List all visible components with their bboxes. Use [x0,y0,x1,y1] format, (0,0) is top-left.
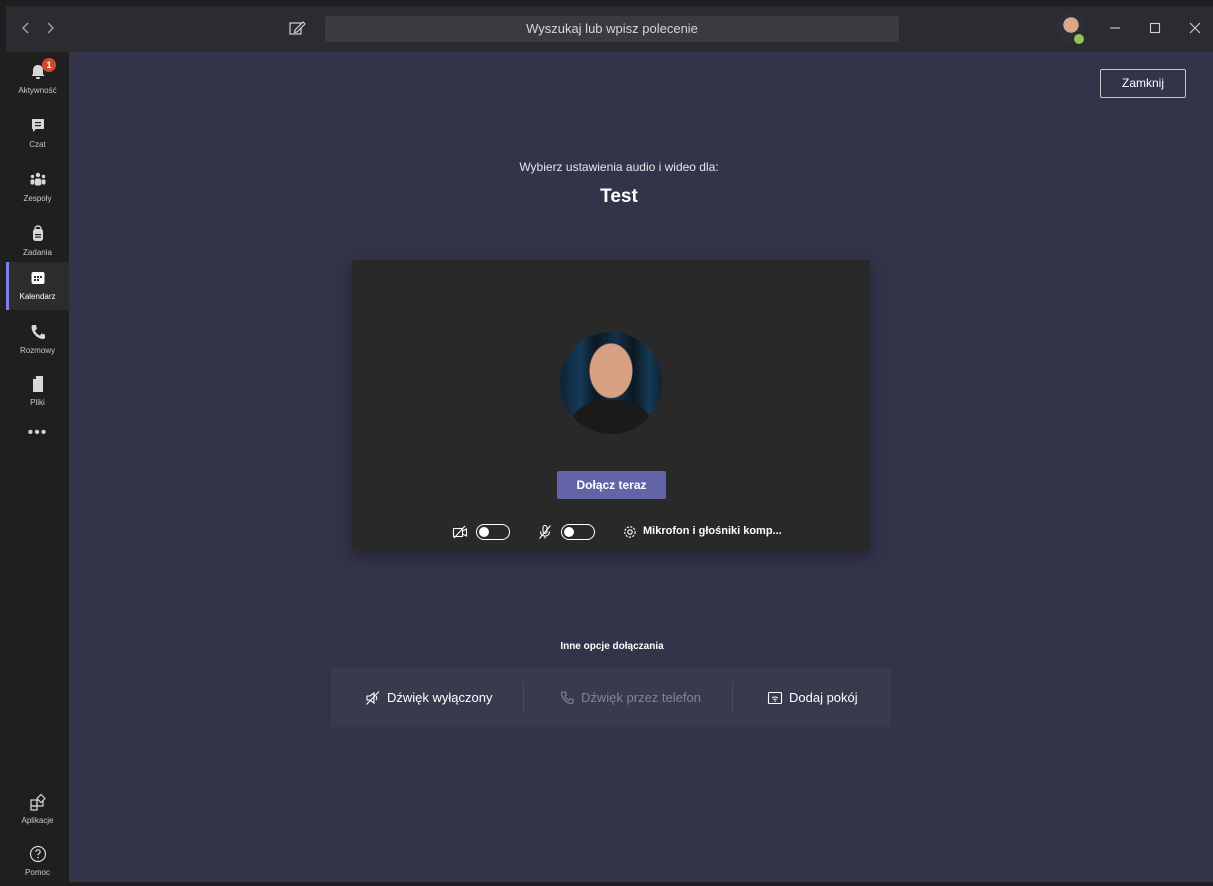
mic-toggle-knob [564,527,574,537]
apps-icon [30,793,46,811]
more-apps-icon[interactable]: ••• [6,424,69,442]
close-icon [1189,22,1201,34]
new-chat-button[interactable] [286,17,308,39]
rail-item-assignments[interactable]: Zadania [6,218,69,266]
chevron-left-icon [22,22,29,34]
device-controls: Mikrofon i głośniki komp... [352,522,870,544]
add-room-label: Dodaj pokój [789,690,858,705]
compose-icon [289,21,306,35]
mic-toggle[interactable] [561,524,595,540]
meeting-title: Test [600,186,638,207]
video-preview-panel: Dołącz teraz Mikrofon i głośniki komp... [352,260,870,550]
phone-icon [560,691,574,704]
phone-audio-option[interactable]: Dźwięk przez telefon [559,668,701,727]
options-divider [732,682,733,712]
chat-icon [32,119,44,132]
rail-label-assignments: Zadania [23,248,52,257]
rail-item-help[interactable]: Pomoc [6,838,69,886]
cast-room-icon [767,691,783,704]
title-bar: Wyszukaj lub wpisz polecenie [6,6,1213,52]
audio-off-label: Dźwięk wyłączony [387,690,493,705]
search-input[interactable]: Wyszukaj lub wpisz polecenie [325,16,899,42]
avatar [560,332,662,434]
minimize-icon [1110,27,1120,29]
forward-button[interactable] [40,17,60,39]
camera-toggle-knob [479,527,489,537]
app-bar: 1 Aktywność Czat Zespoły Zadania Kalenda… [6,52,69,882]
file-icon [33,376,43,392]
mic-off-icon [539,524,551,539]
rail-item-teams[interactable]: Zespoły [6,164,69,212]
camera-off-icon [452,525,468,539]
other-join-options-title: Inne opcje dołączania [560,641,664,652]
teams-icon [30,172,46,186]
rail-item-activity[interactable]: 1 Aktywność [6,56,69,104]
rail-item-calls[interactable]: Rozmowy [6,316,69,364]
back-button[interactable] [16,17,36,39]
presence-available-icon [1072,32,1086,46]
rail-item-calendar[interactable]: Kalendarz [6,262,69,310]
active-indicator [6,262,9,310]
chevron-right-icon [47,22,54,34]
audio-device-label[interactable]: Mikrofon i głośniki komp... [643,525,782,537]
other-join-options: Dźwięk wyłączony Dźwięk przez telefon Do… [331,668,891,727]
speaker-off-icon [366,690,380,705]
rail-label-activity: Aktywność [18,86,57,95]
rail-label-chat: Czat [29,140,46,149]
minimize-button[interactable] [1102,16,1128,40]
rail-label-files: Pliki [30,398,45,407]
close-window-button[interactable] [1182,16,1208,40]
activity-badge: 1 [42,58,56,72]
rail-item-chat[interactable]: Czat [6,110,69,158]
camera-toggle[interactable] [476,524,510,540]
maximize-icon [1149,22,1161,34]
teams-window: Wyszukaj lub wpisz polecenie 1 Aktywność [6,6,1213,882]
join-now-button[interactable]: Dołącz teraz [557,471,666,499]
audio-off-option[interactable]: Dźwięk wyłączony [365,668,492,727]
close-button[interactable]: Zamknij [1100,69,1186,98]
rail-label-help: Pomoc [25,868,50,877]
rail-label-calls: Rozmowy [19,346,56,355]
options-divider [523,682,524,712]
calendar-icon [31,272,45,284]
rail-item-files[interactable]: Pliki [6,368,69,416]
add-room-option[interactable]: Dodaj pokój [767,668,858,727]
phone-audio-label: Dźwięk przez telefon [581,690,701,705]
rail-label-teams: Zespoły [23,194,52,203]
rail-label-apps: Aplikacje [21,816,54,825]
phone-icon [31,325,45,339]
rail-label-calendar: Kalendarz [19,292,56,301]
prejoin-subtitle: Wybierz ustawienia audio i wideo dla: [519,160,719,174]
backpack-icon [33,225,43,241]
gear-icon[interactable] [622,524,638,540]
help-icon [29,845,47,863]
maximize-button[interactable] [1142,16,1168,40]
rail-item-apps[interactable]: Aplikacje [6,786,69,834]
